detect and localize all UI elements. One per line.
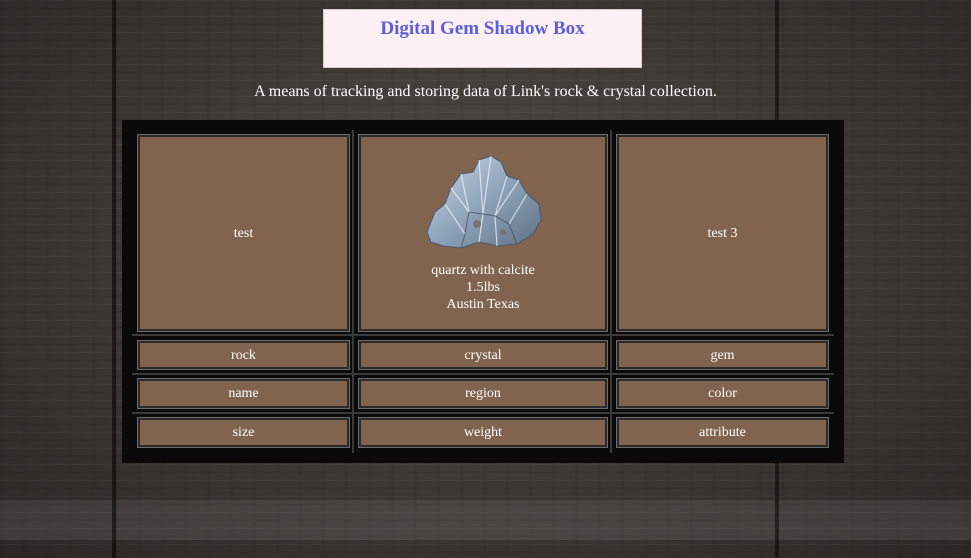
grid-divider [610, 130, 612, 453]
specimen-weight: 1.5lbs [466, 279, 500, 295]
field-cell-size[interactable]: size [137, 417, 350, 448]
cell-label: attribute [699, 425, 746, 440]
showcase-cell-left[interactable]: test [137, 134, 350, 332]
field-cell-region[interactable]: region [358, 378, 608, 409]
field-cell-color[interactable]: color [616, 378, 829, 409]
cell-label: gem [710, 347, 735, 363]
showcase-cell-center[interactable]: quartz with calcite 1.5lbs Austin Texas [358, 134, 608, 332]
cell-label: crystal [464, 347, 502, 363]
quartz-crystal-image [426, 154, 542, 249]
field-cell-attribute[interactable]: attribute [616, 417, 829, 448]
specimen-name: quartz with calcite [431, 262, 535, 278]
page-subtitle: A means of tracking and storing data of … [254, 83, 717, 100]
field-cell-name[interactable]: name [137, 378, 350, 409]
title-box: Digital Gem Shadow Box [323, 9, 642, 68]
category-cell-crystal[interactable]: crystal [358, 340, 608, 370]
grid-divider [352, 130, 354, 453]
field-cell-weight[interactable]: weight [358, 417, 608, 448]
cell-label: color [708, 386, 737, 401]
showcase-cell-right[interactable]: test 3 [616, 134, 829, 332]
grid-divider [132, 334, 834, 336]
showcase-left-label: test [233, 225, 254, 241]
cell-label: region [465, 386, 501, 401]
category-cell-gem[interactable]: gem [616, 340, 829, 370]
cell-label: rock [231, 347, 256, 363]
category-cell-rock[interactable]: rock [137, 340, 350, 370]
cell-label: weight [463, 425, 503, 440]
page-title: Digital Gem Shadow Box [380, 18, 585, 39]
specimen-location: Austin Texas [446, 296, 520, 312]
cell-label: name [228, 386, 259, 401]
grid-divider [132, 373, 834, 375]
shadow-box-table: test quartz with calcite 1.5lbs Austin T… [122, 120, 844, 463]
cell-label: size [232, 425, 255, 440]
showcase-right-label: test 3 [707, 225, 738, 241]
grid-divider [132, 412, 834, 414]
